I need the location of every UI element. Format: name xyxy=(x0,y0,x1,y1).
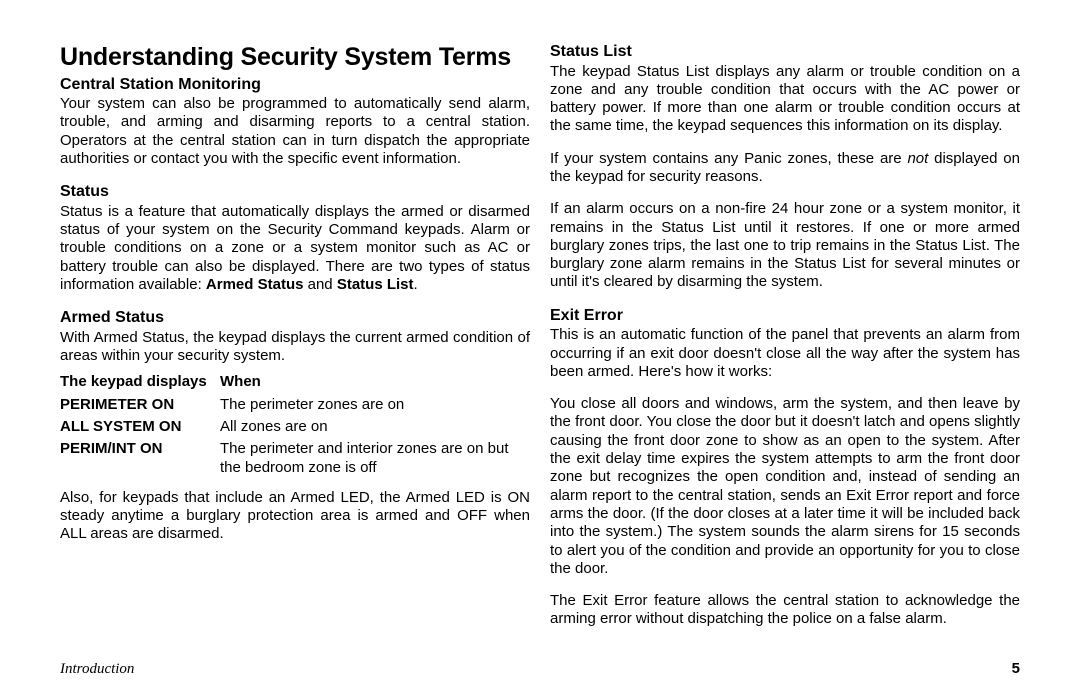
bold-armed-status: Armed Status xyxy=(206,276,304,293)
italic-not: not xyxy=(907,150,928,167)
heading-armed-status: Armed Status xyxy=(60,308,530,328)
table-row: PERIM/INT ON The perimeter and interior … xyxy=(60,438,530,479)
para-ee1: This is an automatic function of the pan… xyxy=(550,326,1020,381)
footer-page-number: 5 xyxy=(1012,660,1020,678)
cell: The perimeter and interior zones are on … xyxy=(220,438,530,479)
heading-csm: Central Station Monitoring xyxy=(60,75,530,95)
heading-status-list: Status List xyxy=(550,42,1020,62)
para-csm: Your system can also be programmed to au… xyxy=(60,95,530,168)
page-footer: Introduction 5 xyxy=(60,660,1020,678)
columns: Understanding Security System Terms Cent… xyxy=(60,42,1020,652)
cell: PERIMETER ON xyxy=(60,394,220,416)
armed-status-table: The keypad displays When PERIMETER ON Th… xyxy=(60,371,530,478)
para-sl2: If your system contains any Panic zones,… xyxy=(550,150,1020,187)
cell: The perimeter zones are on xyxy=(220,394,530,416)
text: and xyxy=(303,276,336,293)
table-row: ALL SYSTEM ON All zones are on xyxy=(60,416,530,438)
document-page: Understanding Security System Terms Cent… xyxy=(0,0,1080,698)
para-ee3: The Exit Error feature allows the centra… xyxy=(550,592,1020,629)
cell: PERIM/INT ON xyxy=(60,438,220,479)
para-sl1: The keypad Status List displays any alar… xyxy=(550,63,1020,136)
para-status: Status is a feature that automatically d… xyxy=(60,203,530,294)
para-ee2: You close all doors and windows, arm the… xyxy=(550,395,1020,578)
cell: All zones are on xyxy=(220,416,530,438)
table-header: The keypad displays When xyxy=(60,371,530,393)
cell: ALL SYSTEM ON xyxy=(60,416,220,438)
left-column: Understanding Security System Terms Cent… xyxy=(60,42,530,652)
para-sl3: If an alarm occurs on a non-fire 24 hour… xyxy=(550,200,1020,291)
para-armed: With Armed Status, the keypad displays t… xyxy=(60,329,530,366)
right-column: Status List The keypad Status List displ… xyxy=(550,42,1020,652)
heading-exit-error: Exit Error xyxy=(550,306,1020,326)
para-led: Also, for keypads that include an Armed … xyxy=(60,489,530,544)
table-row: PERIMETER ON The perimeter zones are on xyxy=(60,394,530,416)
bold-status-list: Status List xyxy=(337,276,414,293)
heading-status: Status xyxy=(60,182,530,202)
th-when: When xyxy=(220,371,530,393)
page-title: Understanding Security System Terms xyxy=(60,42,530,73)
th-displays: The keypad displays xyxy=(60,371,220,393)
footer-section-name: Introduction xyxy=(60,660,134,678)
text: If your system contains any Panic zones,… xyxy=(550,150,907,167)
text: . xyxy=(414,276,418,293)
